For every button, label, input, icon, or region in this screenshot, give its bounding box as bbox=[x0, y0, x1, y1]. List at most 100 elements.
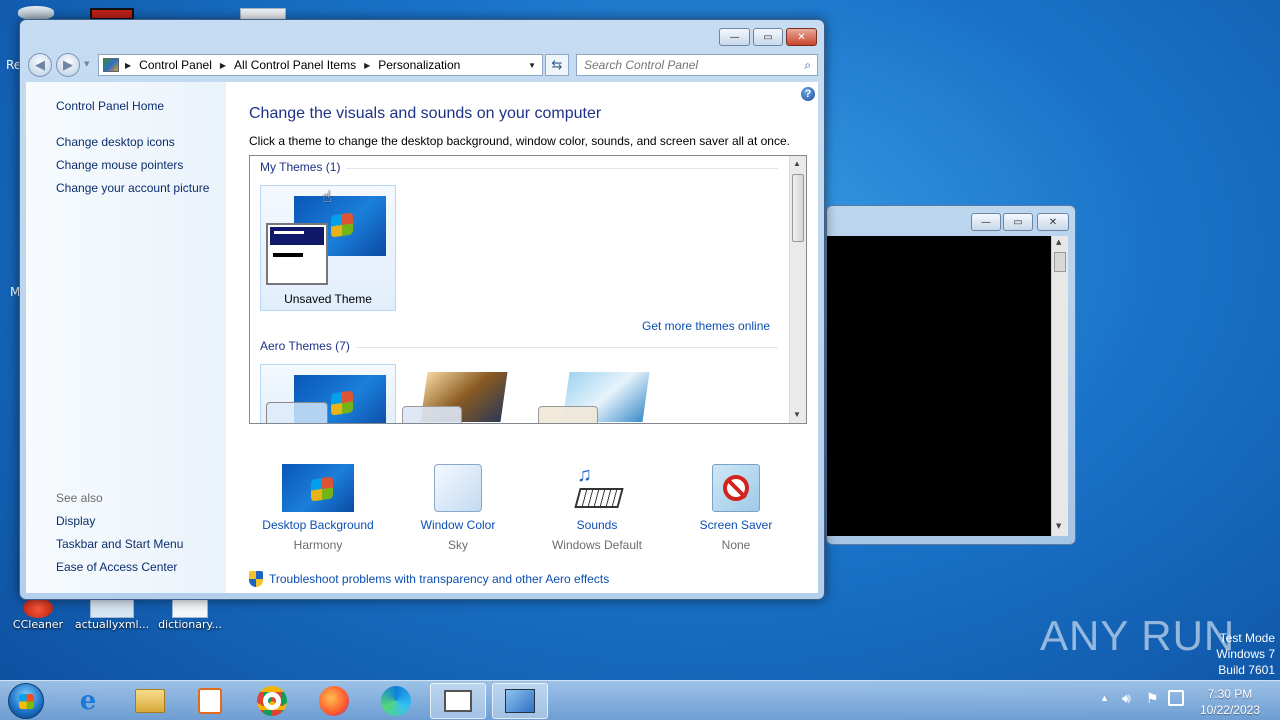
change-account-picture-link[interactable]: Change your account picture bbox=[56, 181, 209, 195]
my-themes-header: My Themes (1) bbox=[260, 160, 341, 174]
minimize-button[interactable]: — bbox=[719, 28, 750, 46]
breadcrumb-personalization[interactable]: Personalization bbox=[378, 58, 460, 72]
refresh-button[interactable]: ⇆ bbox=[545, 54, 569, 76]
theme-tile-architecture[interactable] bbox=[400, 368, 530, 423]
taskbar: e ▲ 🔊︎ ⚑ 7:30 PM 10/22/2023 bbox=[0, 680, 1280, 720]
taskbar-media-player[interactable] bbox=[182, 683, 238, 719]
page-description: Click a theme to change the desktop back… bbox=[249, 134, 790, 148]
desktop-icon-xml-file[interactable]: actuallyxml... bbox=[72, 598, 152, 631]
address-dropdown-icon[interactable]: ▼ bbox=[528, 61, 536, 70]
search-icon[interactable]: ⌕ bbox=[804, 58, 811, 73]
scrollbar[interactable]: ▲ ▼ bbox=[1051, 236, 1068, 536]
breadcrumb-all-items[interactable]: All Control Panel Items bbox=[234, 58, 356, 72]
taskbar-console-window[interactable] bbox=[430, 683, 486, 719]
breadcrumb-separator-icon: ▶ bbox=[364, 60, 371, 70]
maximize-button[interactable]: ▭ bbox=[1003, 213, 1033, 231]
desktop-icon-label: actuallyxml... bbox=[74, 618, 150, 631]
ease-of-access-link[interactable]: Ease of Access Center bbox=[56, 560, 177, 574]
back-button[interactable]: ◀ bbox=[28, 53, 52, 77]
taskbar-control-panel[interactable] bbox=[492, 683, 548, 719]
maximize-button[interactable]: ▭ bbox=[753, 28, 783, 46]
breadcrumb-control-panel[interactable]: Control Panel bbox=[139, 58, 212, 72]
firefox-icon bbox=[319, 686, 349, 716]
volume-icon[interactable]: 🔊︎ bbox=[1122, 690, 1131, 707]
theme-tile-characters[interactable] bbox=[536, 368, 666, 423]
action-center-flag-icon[interactable]: ⚑ bbox=[1146, 690, 1159, 707]
show-hidden-icons-icon[interactable]: ▲ bbox=[1100, 693, 1109, 703]
scroll-down-arrow[interactable]: ▼ bbox=[1056, 522, 1061, 530]
taskbar-internet-explorer[interactable]: e bbox=[60, 683, 116, 719]
get-more-themes-link[interactable]: Get more themes online bbox=[642, 319, 770, 333]
search-input[interactable] bbox=[577, 55, 787, 75]
change-mouse-pointers-link[interactable]: Change mouse pointers bbox=[56, 158, 183, 172]
taskbar-chrome[interactable] bbox=[244, 683, 300, 719]
sounds-setting[interactable]: ♫ Sounds Windows Default bbox=[527, 464, 667, 552]
main-pane: ? Change the visuals and sounds on your … bbox=[226, 82, 818, 593]
search-box[interactable]: ⌕ bbox=[576, 54, 818, 76]
screen-saver-link[interactable]: Screen Saver bbox=[666, 518, 806, 532]
window-color-link[interactable]: Window Color bbox=[388, 518, 528, 532]
screen-saver-setting[interactable]: Screen Saver None bbox=[666, 464, 806, 552]
breadcrumb-separator-icon: ▶ bbox=[125, 60, 132, 70]
window-color-icon bbox=[434, 464, 482, 512]
help-icon[interactable]: ? bbox=[800, 86, 816, 102]
system-tray: ▲ 🔊︎ ⚑ 7:30 PM 10/22/2023 bbox=[1090, 681, 1280, 720]
taskbar-edge[interactable] bbox=[368, 683, 424, 719]
scroll-up-arrow[interactable]: ▲ bbox=[793, 159, 801, 168]
recycle-bin-icon[interactable] bbox=[18, 6, 54, 20]
scroll-thumb[interactable] bbox=[792, 174, 804, 242]
troubleshoot-link-label: Troubleshoot problems with transparency … bbox=[269, 572, 610, 586]
anyrun-watermark: ANY RUN bbox=[1040, 612, 1236, 659]
console-screen[interactable] bbox=[827, 236, 1051, 536]
window-color-setting[interactable]: Window Color Sky bbox=[388, 464, 528, 552]
clock[interactable]: 7:30 PM 10/22/2023 bbox=[1200, 686, 1260, 718]
scroll-down-arrow[interactable]: ▼ bbox=[793, 410, 801, 419]
personalization-window[interactable]: — ▭ ✕ ◀ ▶ ▼ ▶ Control Panel ▶ All Contro… bbox=[19, 19, 825, 600]
taskbar-firefox[interactable] bbox=[306, 683, 362, 719]
scroll-up-arrow[interactable]: ▲ bbox=[1056, 238, 1061, 246]
change-desktop-icons-link[interactable]: Change desktop icons bbox=[56, 135, 175, 149]
control-panel-icon bbox=[505, 689, 535, 713]
address-bar[interactable]: ▶ Control Panel ▶ All Control Panel Item… bbox=[98, 54, 543, 76]
theme-tile-windows7[interactable] bbox=[260, 364, 396, 423]
desktop-background-setting[interactable]: Desktop Background Harmony bbox=[248, 464, 388, 552]
desktop-icon-label: dictionary... bbox=[158, 618, 222, 631]
close-button[interactable]: ✕ bbox=[786, 28, 817, 46]
sounds-link[interactable]: Sounds bbox=[527, 518, 667, 532]
watermark-line: Build 7601 bbox=[1218, 663, 1275, 677]
desktop-icon-ccleaner[interactable]: CCleaner bbox=[8, 598, 68, 631]
desktop-background-icon bbox=[282, 464, 354, 512]
watermark-line: Windows 7 bbox=[1216, 647, 1275, 661]
start-button[interactable] bbox=[8, 683, 44, 719]
control-panel-home-link[interactable]: Control Panel Home bbox=[56, 99, 164, 113]
control-panel-icon bbox=[103, 58, 119, 72]
desktop-icon-label: CCleaner bbox=[12, 618, 64, 631]
screen-saver-icon bbox=[712, 464, 760, 512]
navigation-bar: ◀ ▶ ▼ ▶ Control Panel ▶ All Control Pane… bbox=[26, 52, 818, 78]
troubleshoot-link[interactable]: Troubleshoot problems with transparency … bbox=[249, 571, 609, 587]
theme-list[interactable]: My Themes (1) Unsaved Theme Get more the… bbox=[249, 155, 807, 424]
see-also-heading: See also bbox=[56, 491, 103, 505]
console-icon bbox=[444, 690, 472, 712]
sounds-value: Windows Default bbox=[551, 538, 643, 552]
forward-button[interactable]: ▶ bbox=[56, 53, 80, 77]
scrollbar[interactable]: ▲ ▼ bbox=[789, 156, 806, 423]
desktop-background-link[interactable]: Desktop Background bbox=[248, 518, 388, 532]
folder-icon bbox=[135, 689, 165, 713]
taskbar-start-menu-link[interactable]: Taskbar and Start Menu bbox=[56, 537, 183, 551]
theme-preview-window bbox=[266, 223, 328, 285]
theme-name: Unsaved Theme bbox=[284, 292, 372, 306]
scroll-thumb[interactable] bbox=[1054, 252, 1066, 272]
minimize-button[interactable]: — bbox=[971, 213, 1001, 231]
taskbar-explorer[interactable] bbox=[122, 683, 178, 719]
recent-pages-chevron-icon[interactable]: ▼ bbox=[84, 60, 89, 68]
clock-date: 10/22/2023 bbox=[1199, 703, 1260, 717]
divider bbox=[356, 347, 778, 348]
task-pane: Control Panel Home Change desktop icons … bbox=[26, 82, 226, 593]
close-button[interactable]: ✕ bbox=[1037, 213, 1069, 231]
edge-icon bbox=[381, 686, 411, 716]
desktop-icon-dictionary[interactable]: dictionary... bbox=[150, 598, 230, 631]
network-icon[interactable] bbox=[1168, 690, 1184, 706]
console-window[interactable]: — ▭ ✕ ▲ ▼ bbox=[826, 205, 1076, 545]
display-link[interactable]: Display bbox=[56, 514, 95, 528]
